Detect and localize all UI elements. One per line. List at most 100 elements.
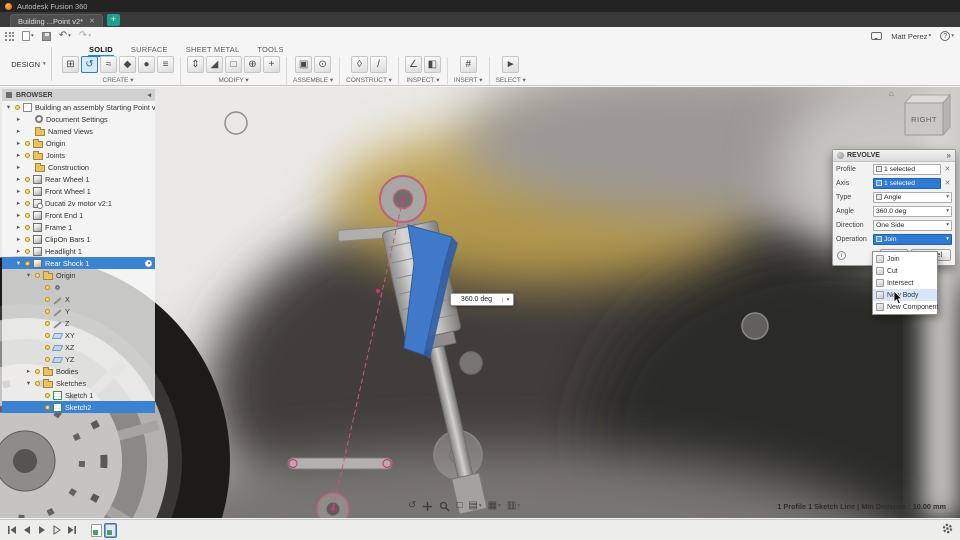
grid-settings-button[interactable]: ▦ ▾ xyxy=(488,500,501,512)
viewport-3d[interactable]: BROWSER ◂ ▾ Building an assembly Starting… xyxy=(0,87,960,518)
browser-item-x[interactable]: X xyxy=(2,293,155,305)
expand-arrow-icon[interactable]: ▾ xyxy=(5,103,12,111)
angle-input[interactable]: 360.0 deg ▾ xyxy=(873,205,952,217)
insert-mesh-icon[interactable]: # xyxy=(459,56,477,73)
browser-item-z[interactable]: Z xyxy=(2,317,155,329)
ribbon-group-label-modify[interactable]: MODIFY ▾ xyxy=(218,76,248,84)
browser-item-frame-1[interactable]: ▸ Frame 1 xyxy=(2,221,155,233)
create-box-icon[interactable]: ⊞ xyxy=(62,56,79,73)
expand-arrow-icon[interactable]: ▸ xyxy=(15,175,22,183)
visibility-bulb-icon[interactable] xyxy=(25,212,30,218)
visibility-bulb-icon[interactable] xyxy=(45,320,50,326)
view-cube-face-label[interactable]: RIGHT xyxy=(905,103,943,135)
expand-arrow-icon[interactable]: ▸ xyxy=(15,223,22,231)
browser-item-joints[interactable]: ▸ Joints xyxy=(2,149,155,161)
undo-button[interactable]: ↶ ▾ xyxy=(59,31,71,41)
help-menu[interactable]: ? ▾ xyxy=(940,31,954,41)
comments-icon[interactable] xyxy=(871,32,883,40)
expand-arrow-icon[interactable]: ▸ xyxy=(25,367,32,375)
modify-move-icon[interactable]: + xyxy=(263,56,280,73)
browser-item-rear-wheel-1[interactable]: ▸ Rear Wheel 1 xyxy=(2,173,155,185)
ribbon-tab-surface[interactable]: SURFACE xyxy=(130,43,169,57)
operation-option-new-component[interactable]: New Component xyxy=(873,301,938,313)
browser-item-origin[interactable]: ▾ Origin xyxy=(2,269,155,281)
axis-selection-chip[interactable]: 1 selected xyxy=(873,177,941,189)
create-revolve-icon[interactable]: ↺ xyxy=(81,56,98,73)
modify-fillet-icon[interactable]: ◢ xyxy=(206,56,223,73)
create-sweep-icon[interactable]: ≈ xyxy=(100,56,117,73)
profile-selection-chip[interactable]: 1 selected xyxy=(873,163,941,175)
visibility-bulb-icon[interactable] xyxy=(45,356,50,362)
home-view-icon[interactable]: ⌂ xyxy=(889,89,894,98)
expand-arrow-icon[interactable]: ▾ xyxy=(25,379,32,387)
browser-item-named-views[interactable]: ▸ Named Views xyxy=(2,125,155,137)
expand-arrow-icon[interactable]: ▸ xyxy=(15,127,22,135)
tab-close-icon[interactable]: ✕ xyxy=(89,17,95,25)
view-cube[interactable]: RIGHT ⌂ xyxy=(889,89,955,145)
browser-item-construction[interactable]: ▸ Construction xyxy=(2,161,155,173)
visibility-bulb-icon[interactable] xyxy=(35,368,40,374)
browser-item-y[interactable]: Y xyxy=(2,305,155,317)
zoom-button[interactable] xyxy=(439,501,450,512)
construct-axis-icon[interactable]: / xyxy=(370,56,387,73)
modify-shell-icon[interactable]: □ xyxy=(225,56,242,73)
skip-to-start-button[interactable] xyxy=(6,525,17,536)
sketch-circle[interactable] xyxy=(459,351,483,375)
create-pattern-icon[interactable]: ≡ xyxy=(157,56,174,73)
file-menu-button[interactable]: ▾ xyxy=(22,31,34,41)
step-forward-button[interactable] xyxy=(51,525,62,536)
inspect-measure-icon[interactable]: ∠ xyxy=(404,56,422,73)
browser-item-sketch-1[interactable]: Sketch 1 xyxy=(2,389,155,401)
new-tab-button[interactable]: + xyxy=(106,14,120,26)
browser-item-xy[interactable]: XY xyxy=(2,329,155,341)
pan-button[interactable] xyxy=(422,501,433,512)
expand-arrow-icon[interactable]: ▸ xyxy=(15,211,22,219)
visibility-bulb-icon[interactable] xyxy=(25,188,30,194)
ribbon-group-label-insert[interactable]: INSERT ▾ xyxy=(454,76,483,84)
ribbon-group-label-assemble[interactable]: ASSEMBLE ▾ xyxy=(293,76,333,84)
browser-item-front-end-1[interactable]: ▸ Front End 1 xyxy=(2,209,155,221)
browser-item-clipon-bars-1[interactable]: ▸ ClipOn Bars 1 xyxy=(2,233,155,245)
user-account-menu[interactable]: Matt Perez ▾ xyxy=(891,32,931,41)
construct-plane-icon[interactable]: ◊ xyxy=(351,56,368,73)
visibility-bulb-icon[interactable] xyxy=(25,260,30,266)
operation-option-join[interactable]: Join xyxy=(873,253,937,265)
visibility-bulb-icon[interactable] xyxy=(25,200,30,206)
browser-item-bodies[interactable]: ▸ Bodies xyxy=(2,365,155,377)
angle-input-hud[interactable]: 360.0 deg ▾ xyxy=(450,293,514,306)
document-tab[interactable]: Building ...Point v2* ✕ xyxy=(10,14,103,27)
visibility-bulb-icon[interactable] xyxy=(35,272,40,278)
skip-to-end-button[interactable] xyxy=(66,525,77,536)
workspace-switcher[interactable]: DESIGN ▾ xyxy=(6,47,52,81)
profile-clear-icon[interactable]: ✕ xyxy=(943,165,952,173)
expand-arrow-icon[interactable]: ▸ xyxy=(15,247,22,255)
operation-option-cut[interactable]: Cut xyxy=(873,265,937,277)
expand-arrow-icon[interactable]: ▸ xyxy=(15,115,22,123)
visibility-bulb-icon[interactable] xyxy=(35,380,40,386)
expand-arrow-icon[interactable]: ▸ xyxy=(15,187,22,195)
inspect-section-icon[interactable]: ◧ xyxy=(423,56,441,73)
display-settings-button[interactable]: ▤ ▾ xyxy=(468,500,481,512)
visibility-bulb-icon[interactable] xyxy=(25,140,30,146)
dialog-expand-icon[interactable]: » xyxy=(947,151,951,160)
ribbon-tab-solid[interactable]: SOLID xyxy=(88,43,114,57)
browser-panel-header[interactable]: BROWSER ◂ xyxy=(2,89,155,101)
visibility-bulb-icon[interactable] xyxy=(45,404,50,410)
visibility-bulb-icon[interactable] xyxy=(25,152,30,158)
browser-item-xz[interactable]: XZ xyxy=(2,341,155,353)
save-button[interactable] xyxy=(41,31,51,41)
create-loft-icon[interactable]: ◆ xyxy=(119,56,136,73)
modify-press-pull-icon[interactable]: ⇕ xyxy=(187,56,204,73)
visibility-bulb-icon[interactable] xyxy=(45,344,50,350)
visibility-bulb-icon[interactable] xyxy=(45,332,50,338)
visibility-bulb-icon[interactable] xyxy=(45,392,50,398)
browser-item-sketches[interactable]: ▾ Sketches xyxy=(2,377,155,389)
visibility-bulb-icon[interactable] xyxy=(25,224,30,230)
expand-arrow-icon[interactable]: ▸ xyxy=(15,199,22,207)
timeline-settings-button[interactable] xyxy=(942,521,960,539)
dialog-title-bar[interactable]: REVOLVE » xyxy=(833,150,955,162)
select-tool-icon[interactable]: ► xyxy=(502,56,520,73)
browser-item-building-an-assembly-starting-point-v2[interactable]: ▾ Building an assembly Starting Point v2 xyxy=(2,101,155,113)
visibility-bulb-icon[interactable] xyxy=(45,296,50,302)
ribbon-group-label-inspect[interactable]: INSPECT ▾ xyxy=(406,76,439,84)
